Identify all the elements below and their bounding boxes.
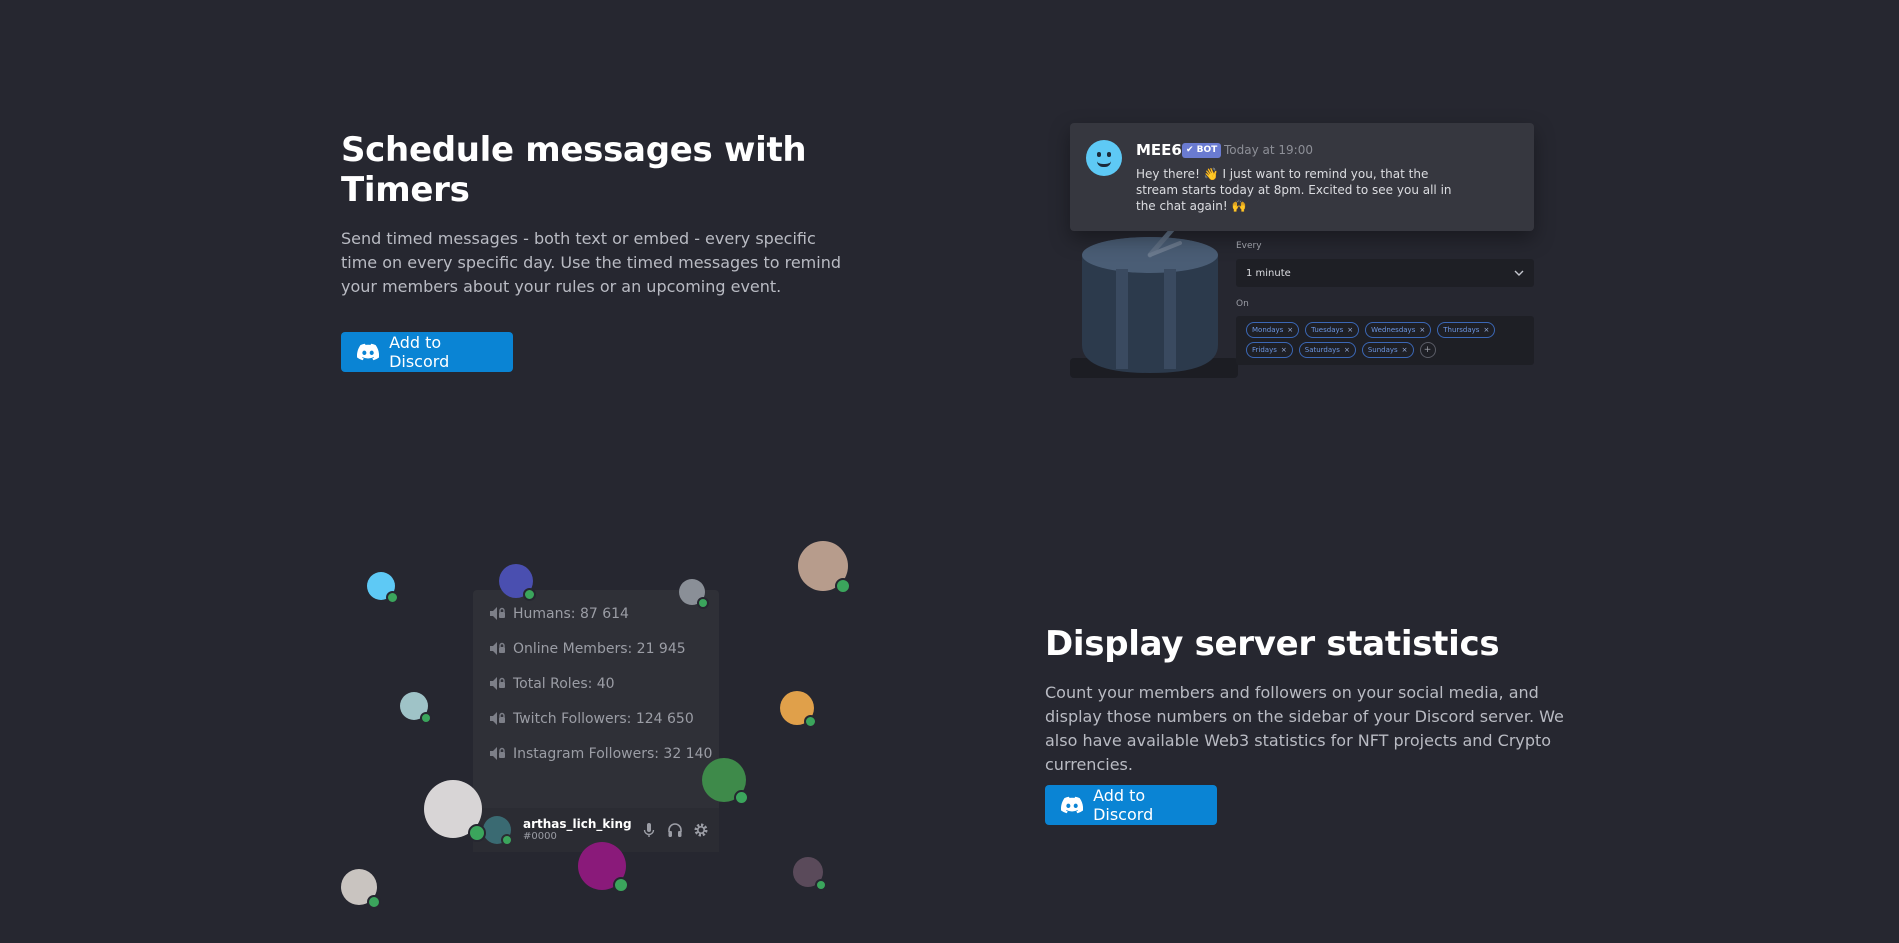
day-tag-label: Mondays bbox=[1252, 326, 1284, 334]
member-avatar bbox=[400, 692, 432, 724]
speaker-locked-icon bbox=[490, 677, 505, 690]
member-avatar bbox=[793, 857, 827, 891]
stats-cta-label: Add to Discord bbox=[1093, 786, 1154, 824]
speaker-locked-icon bbox=[490, 747, 505, 760]
timers-heading: Schedule messages with Timers bbox=[341, 130, 807, 210]
stat-channel[interactable]: Online Members: 21 945 bbox=[473, 631, 719, 666]
timers-cta-label: Add to Discord bbox=[389, 333, 450, 371]
bot-badge: ✔ BOT bbox=[1182, 143, 1222, 158]
day-tag[interactable]: Wednesdays × bbox=[1365, 322, 1432, 338]
days-multiselect[interactable]: Mondays × Tuesdays × Wednesdays × Thursdays… bbox=[1236, 316, 1534, 365]
every-interval-value: 1 minute bbox=[1246, 267, 1291, 279]
user-controls bbox=[641, 822, 709, 838]
remove-tag-icon[interactable]: × bbox=[1344, 343, 1350, 357]
every-interval-select[interactable]: 1 minute bbox=[1236, 259, 1534, 287]
speaker-locked-icon bbox=[490, 607, 505, 620]
day-tag[interactable]: Sundays × bbox=[1361, 342, 1414, 358]
remove-tag-icon[interactable]: × bbox=[1347, 323, 1353, 337]
user-info: arthas_lich_king #0000 bbox=[523, 817, 632, 843]
day-tag-label: Saturdays bbox=[1304, 346, 1340, 354]
day-tag[interactable]: Tuesdays × bbox=[1305, 322, 1360, 338]
remove-tag-icon[interactable]: × bbox=[1287, 323, 1293, 337]
day-tag[interactable]: Fridays × bbox=[1246, 342, 1293, 358]
stat-channel-label: Total Roles: 40 bbox=[513, 675, 615, 692]
member-avatar bbox=[679, 579, 709, 609]
day-tag[interactable]: Thursdays × bbox=[1437, 322, 1496, 338]
remove-tag-icon[interactable]: × bbox=[1402, 343, 1408, 357]
discord-logo-icon bbox=[357, 343, 380, 361]
day-tag[interactable]: Mondays × bbox=[1246, 322, 1300, 338]
member-avatar bbox=[424, 780, 486, 842]
stats-description: Count your members and followers on your… bbox=[1045, 683, 1564, 774]
day-tag-label: Sundays bbox=[1367, 346, 1398, 354]
on-label: On bbox=[1236, 299, 1249, 309]
member-avatar bbox=[780, 691, 817, 728]
stat-channel-label: Twitch Followers: 124 650 bbox=[513, 710, 694, 727]
every-label: Every bbox=[1236, 241, 1262, 251]
headphones-icon[interactable] bbox=[667, 822, 683, 838]
remove-tag-icon[interactable]: × bbox=[1483, 323, 1489, 337]
speaker-locked-icon bbox=[490, 712, 505, 725]
stat-channel[interactable]: Twitch Followers: 124 650 bbox=[473, 701, 719, 736]
stat-channel-label: Online Members: 21 945 bbox=[513, 640, 686, 657]
remove-tag-icon[interactable]: × bbox=[1419, 323, 1425, 337]
user-discriminator: #0000 bbox=[523, 831, 557, 842]
member-avatar bbox=[341, 869, 381, 909]
day-tag[interactable]: Saturdays × bbox=[1298, 342, 1356, 358]
timers-add-to-discord-button[interactable]: Add to Discord bbox=[341, 332, 513, 372]
discord-logo-icon bbox=[1061, 796, 1084, 814]
member-avatar bbox=[578, 842, 629, 893]
stat-channel[interactable]: Total Roles: 40 bbox=[473, 666, 719, 701]
mee6-avatar bbox=[1086, 140, 1122, 176]
stats-heading: Display server statistics bbox=[1045, 624, 1500, 664]
member-avatar bbox=[702, 758, 749, 805]
stats-add-to-discord-button[interactable]: Add to Discord bbox=[1045, 785, 1217, 825]
member-avatar bbox=[798, 541, 851, 594]
bot-message-text: Hey there! 👋 I just want to remind you, … bbox=[1136, 167, 1452, 213]
microphone-icon[interactable] bbox=[641, 822, 657, 838]
gear-icon[interactable] bbox=[693, 822, 709, 838]
message-timestamp: Today at 19:00 bbox=[1224, 143, 1313, 157]
online-status-dot bbox=[501, 834, 513, 846]
day-tag-label: Wednesdays bbox=[1371, 326, 1416, 334]
bot-name: MEE6 bbox=[1136, 141, 1182, 159]
member-avatar bbox=[499, 564, 536, 601]
member-avatar bbox=[367, 572, 399, 604]
day-tag-label: Thursdays bbox=[1443, 326, 1480, 334]
speaker-locked-icon bbox=[490, 642, 505, 655]
stat-channel[interactable]: Instagram Followers: 32 140 bbox=[473, 736, 719, 771]
day-tag-label: Fridays bbox=[1252, 346, 1277, 354]
stat-channel-label: Humans: 87 614 bbox=[513, 605, 629, 622]
day-tag-label: Tuesdays bbox=[1311, 326, 1344, 334]
user-avatar[interactable] bbox=[483, 816, 513, 846]
username: arthas_lich_king bbox=[523, 817, 632, 831]
chevron-down-icon bbox=[1514, 270, 1524, 276]
timers-description: Send timed messages - both text or embed… bbox=[341, 229, 841, 296]
add-day-button[interactable]: + bbox=[1419, 342, 1436, 358]
bot-message-card: MEE6 ✔ BOT Today at 19:00 Hey there! 👋 I… bbox=[1070, 123, 1534, 231]
remove-tag-icon[interactable]: × bbox=[1281, 343, 1287, 357]
stat-channel-label: Instagram Followers: 32 140 bbox=[513, 745, 713, 762]
